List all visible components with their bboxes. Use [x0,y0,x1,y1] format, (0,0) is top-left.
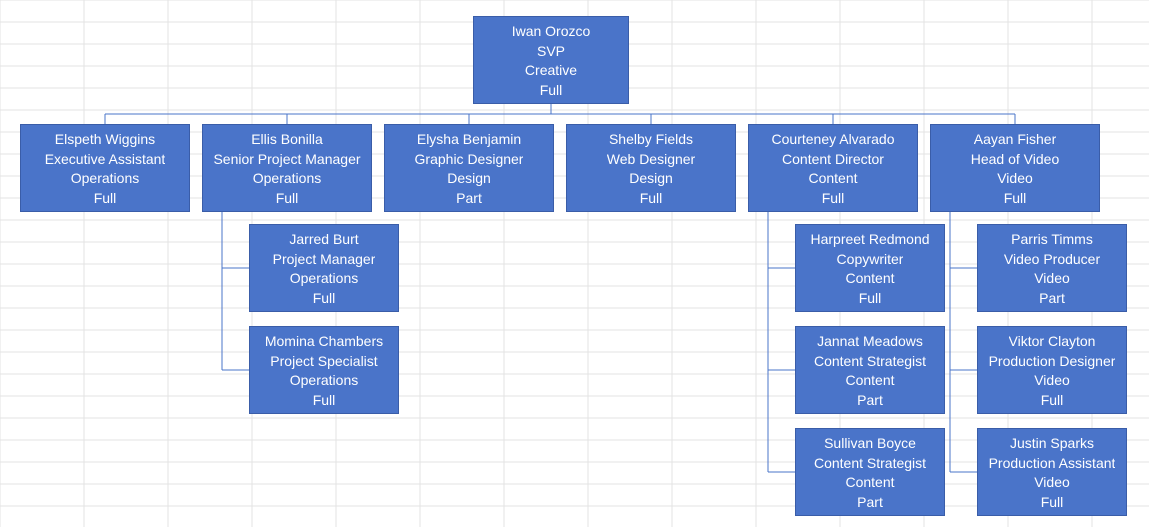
node-name: Viktor Clayton [1009,331,1096,351]
node-status: Part [857,390,883,410]
node-dept: Content [808,168,857,188]
org-node-elspeth-wiggins[interactable]: Elspeth Wiggins Executive Assistant Oper… [20,124,190,212]
node-title: Project Specialist [270,351,377,371]
node-status: Full [640,188,663,208]
node-title: Web Designer [607,149,695,169]
node-name: Jarred Burt [289,229,358,249]
node-name: Sullivan Boyce [824,433,916,453]
org-node-aayan-fisher[interactable]: Aayan Fisher Head of Video Video Full [930,124,1100,212]
node-status: Full [1041,390,1064,410]
node-status: Full [1041,492,1064,512]
org-node-ellis-bonilla[interactable]: Ellis Bonilla Senior Project Manager Ope… [202,124,372,212]
node-dept: Operations [290,370,358,390]
node-name: Momina Chambers [265,331,383,351]
node-dept: Content [845,268,894,288]
node-status: Full [540,80,563,100]
node-status: Part [1039,288,1065,308]
node-title: Senior Project Manager [213,149,360,169]
node-title: Production Assistant [989,453,1116,473]
node-name: Elysha Benjamin [417,129,521,149]
node-status: Part [456,188,482,208]
node-name: Jannat Meadows [817,331,923,351]
node-name: Ellis Bonilla [251,129,323,149]
org-node-sullivan-boyce[interactable]: Sullivan Boyce Content Strategist Conten… [795,428,945,516]
org-node-elysha-benjamin[interactable]: Elysha Benjamin Graphic Designer Design … [384,124,554,212]
node-dept: Video [997,168,1033,188]
node-dept: Video [1034,268,1070,288]
node-name: Justin Sparks [1010,433,1094,453]
node-dept: Content [845,370,894,390]
node-status: Full [276,188,299,208]
node-title: Executive Assistant [45,149,166,169]
node-status: Full [313,390,336,410]
node-title: Content Strategist [814,453,926,473]
node-dept: Operations [253,168,321,188]
node-dept: Operations [71,168,139,188]
node-name: Shelby Fields [609,129,693,149]
node-title: Head of Video [971,149,1059,169]
node-status: Part [857,492,883,512]
node-dept: Design [629,168,673,188]
node-status: Full [313,288,336,308]
node-dept: Creative [525,60,577,80]
org-node-jarred-burt[interactable]: Jarred Burt Project Manager Operations F… [249,224,399,312]
org-node-momina-chambers[interactable]: Momina Chambers Project Specialist Opera… [249,326,399,414]
node-title: Project Manager [273,249,376,269]
org-node-justin-sparks[interactable]: Justin Sparks Production Assistant Video… [977,428,1127,516]
node-name: Parris Timms [1011,229,1093,249]
org-node-shelby-fields[interactable]: Shelby Fields Web Designer Design Full [566,124,736,212]
node-status: Full [94,188,117,208]
node-dept: Operations [290,268,358,288]
node-dept: Video [1034,370,1070,390]
node-status: Full [859,288,882,308]
node-dept: Design [447,168,491,188]
node-title: Production Designer [989,351,1116,371]
node-status: Full [1004,188,1027,208]
org-node-parris-timms[interactable]: Parris Timms Video Producer Video Part [977,224,1127,312]
node-title: Video Producer [1004,249,1100,269]
node-name: Aayan Fisher [974,129,1056,149]
node-title: Content Director [782,149,884,169]
node-name: Courteney Alvarado [772,129,895,149]
node-title: Content Strategist [814,351,926,371]
org-node-courteney-alvarado[interactable]: Courteney Alvarado Content Director Cont… [748,124,918,212]
org-node-jannat-meadows[interactable]: Jannat Meadows Content Strategist Conten… [795,326,945,414]
node-name: Iwan Orozco [512,21,591,41]
node-title: SVP [537,41,565,61]
org-node-viktor-clayton[interactable]: Viktor Clayton Production Designer Video… [977,326,1127,414]
node-dept: Video [1034,472,1070,492]
node-title: Copywriter [837,249,904,269]
node-name: Elspeth Wiggins [55,129,155,149]
org-node-root[interactable]: Iwan Orozco SVP Creative Full [473,16,629,104]
node-status: Full [822,188,845,208]
node-dept: Content [845,472,894,492]
node-name: Harpreet Redmond [810,229,929,249]
org-node-harpreet-redmond[interactable]: Harpreet Redmond Copywriter Content Full [795,224,945,312]
node-title: Graphic Designer [415,149,524,169]
